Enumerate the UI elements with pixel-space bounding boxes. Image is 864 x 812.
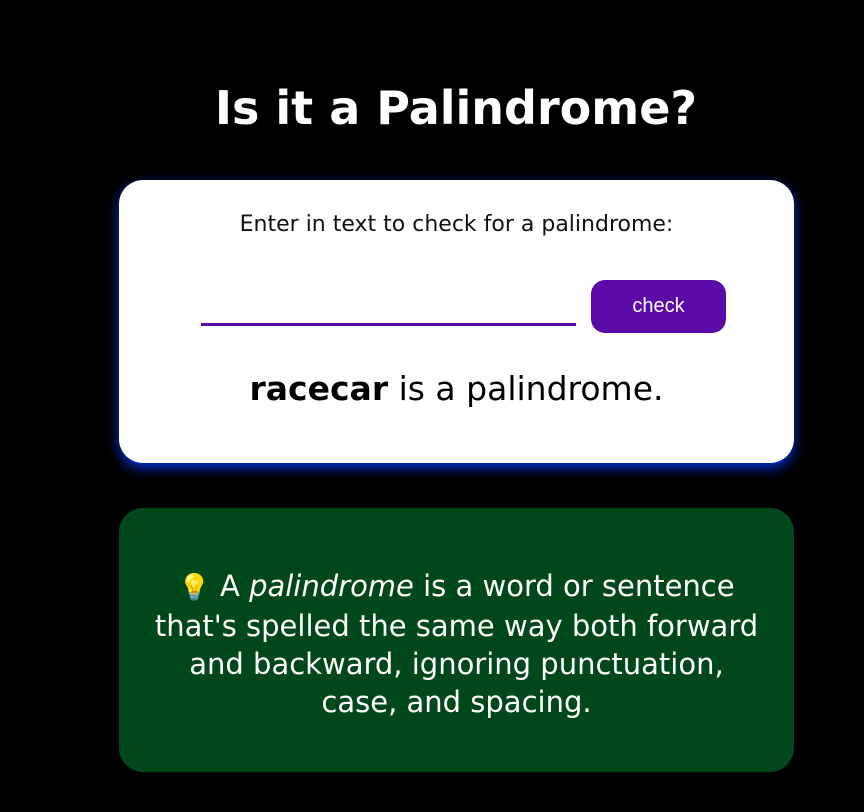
definition-lead: A xyxy=(210,569,250,603)
page: Is it a Palindrome? Enter in text to che… xyxy=(0,0,864,812)
lightbulb-icon: 💡 xyxy=(178,573,211,603)
page-title: Is it a Palindrome? xyxy=(214,81,698,135)
result-message: racecar is a palindrome. xyxy=(119,368,794,410)
input-prompt-label: Enter in text to check for a palindrome: xyxy=(239,212,674,237)
result-word: racecar xyxy=(249,369,389,408)
check-button[interactable]: check xyxy=(591,280,726,333)
text-input[interactable] xyxy=(201,280,576,326)
palindrome-checker-card: Enter in text to check for a palindrome:… xyxy=(119,180,794,463)
definition-term: palindrome xyxy=(249,569,414,603)
definition-text: 💡 A palindrome is a word or sentence tha… xyxy=(149,567,764,721)
result-suffix: is a palindrome. xyxy=(388,369,664,408)
palindrome-definition-card: 💡 A palindrome is a word or sentence tha… xyxy=(119,508,794,772)
